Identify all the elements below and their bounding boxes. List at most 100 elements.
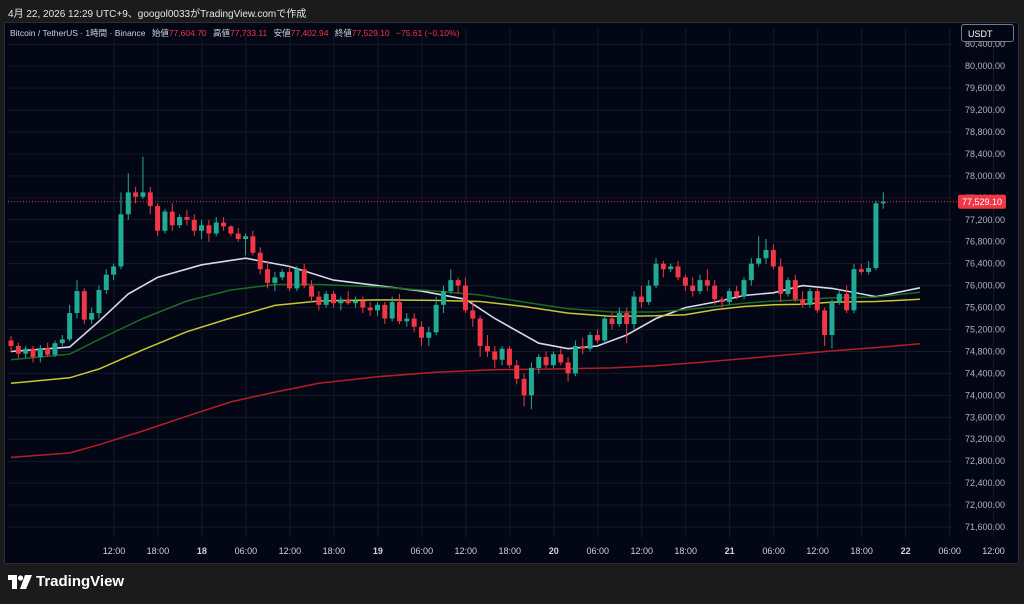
candle[interactable]: [221, 222, 227, 227]
candle[interactable]: [521, 378, 527, 396]
candle[interactable]: [624, 313, 630, 325]
candle[interactable]: [213, 222, 219, 234]
candle[interactable]: [565, 362, 571, 374]
candle[interactable]: [375, 304, 380, 311]
candle[interactable]: [770, 249, 776, 267]
candle[interactable]: [206, 225, 212, 234]
candle[interactable]: [228, 226, 234, 234]
candle[interactable]: [704, 280, 710, 286]
candle[interactable]: [499, 348, 505, 360]
candle[interactable]: [287, 271, 293, 289]
candle[interactable]: [690, 285, 696, 292]
candle[interactable]: [616, 313, 622, 325]
candle[interactable]: [96, 290, 102, 314]
candle[interactable]: [316, 296, 322, 305]
candle[interactable]: [52, 343, 58, 355]
candle[interactable]: [243, 236, 249, 239]
candle[interactable]: [89, 313, 95, 320]
candle[interactable]: [169, 211, 175, 226]
candle[interactable]: [345, 299, 351, 304]
candle[interactable]: [829, 302, 835, 336]
candle[interactable]: [272, 277, 278, 283]
candle[interactable]: [184, 217, 190, 220]
candle[interactable]: [140, 192, 146, 197]
candle[interactable]: [433, 304, 439, 333]
candle[interactable]: [323, 293, 329, 305]
candle[interactable]: [536, 356, 542, 368]
candle[interactable]: [23, 348, 29, 354]
candle[interactable]: [763, 249, 769, 259]
candle[interactable]: [741, 280, 747, 297]
candle[interactable]: [602, 318, 608, 341]
tradingview-brand[interactable]: TradingView: [36, 573, 124, 590]
candle[interactable]: [668, 266, 674, 270]
candle[interactable]: [470, 310, 476, 319]
candle[interactable]: [235, 233, 241, 239]
candle[interactable]: [822, 310, 828, 336]
candle[interactable]: [866, 268, 872, 272]
candle[interactable]: [177, 217, 183, 226]
candle[interactable]: [360, 300, 366, 308]
candle[interactable]: [734, 291, 740, 297]
candle[interactable]: [506, 348, 512, 366]
candle[interactable]: [492, 351, 498, 360]
candle[interactable]: [844, 293, 850, 311]
candle[interactable]: [719, 299, 725, 303]
candle[interactable]: [67, 313, 73, 340]
candle[interactable]: [858, 269, 864, 272]
candle[interactable]: [726, 291, 732, 303]
candle[interactable]: [675, 266, 681, 278]
candle[interactable]: [279, 271, 285, 278]
candle[interactable]: [45, 348, 51, 355]
candle[interactable]: [682, 277, 688, 286]
candle[interactable]: [528, 367, 534, 396]
candle[interactable]: [191, 219, 197, 231]
candle[interactable]: [309, 285, 315, 297]
candle[interactable]: [162, 211, 168, 231]
candle[interactable]: [103, 274, 109, 291]
candle[interactable]: [587, 335, 593, 349]
candle[interactable]: [646, 285, 652, 303]
candle[interactable]: [550, 354, 556, 366]
candle[interactable]: [37, 348, 43, 357]
candle[interactable]: [382, 304, 388, 319]
candle[interactable]: [462, 285, 468, 311]
candle[interactable]: [543, 356, 549, 366]
candle[interactable]: [638, 296, 644, 303]
candle[interactable]: [111, 266, 117, 275]
candle[interactable]: [609, 318, 615, 325]
candle[interactable]: [30, 348, 36, 357]
candle[interactable]: [74, 291, 80, 314]
candle[interactable]: [8, 340, 14, 346]
candle[interactable]: [133, 192, 139, 197]
candle[interactable]: [250, 236, 256, 253]
candle[interactable]: [558, 354, 564, 363]
candle[interactable]: [660, 263, 666, 270]
symbol-label[interactable]: Bitcoin / TetherUS · 1時間 · Binance: [10, 28, 145, 38]
candle[interactable]: [514, 365, 520, 379]
candle[interactable]: [778, 266, 784, 294]
candle[interactable]: [477, 318, 483, 346]
candle[interactable]: [836, 293, 842, 303]
candle[interactable]: [580, 345, 586, 349]
candle[interactable]: [712, 285, 718, 300]
candle[interactable]: [125, 192, 131, 215]
candle[interactable]: [440, 291, 446, 305]
candle[interactable]: [807, 291, 813, 305]
candle[interactable]: [785, 280, 791, 294]
candle[interactable]: [792, 280, 798, 300]
candle[interactable]: [338, 299, 344, 304]
candle[interactable]: [455, 280, 461, 286]
candle[interactable]: [81, 291, 87, 320]
candle[interactable]: [331, 293, 337, 304]
candle[interactable]: [748, 263, 754, 281]
tradingview-logo-icon[interactable]: [8, 575, 32, 589]
candle[interactable]: [448, 280, 454, 292]
candle[interactable]: [15, 345, 21, 354]
candle[interactable]: [697, 280, 703, 292]
candle[interactable]: [814, 291, 820, 311]
candle[interactable]: [265, 269, 271, 283]
candle[interactable]: [404, 318, 410, 322]
candle[interactable]: [59, 339, 65, 344]
candle[interactable]: [411, 318, 417, 327]
